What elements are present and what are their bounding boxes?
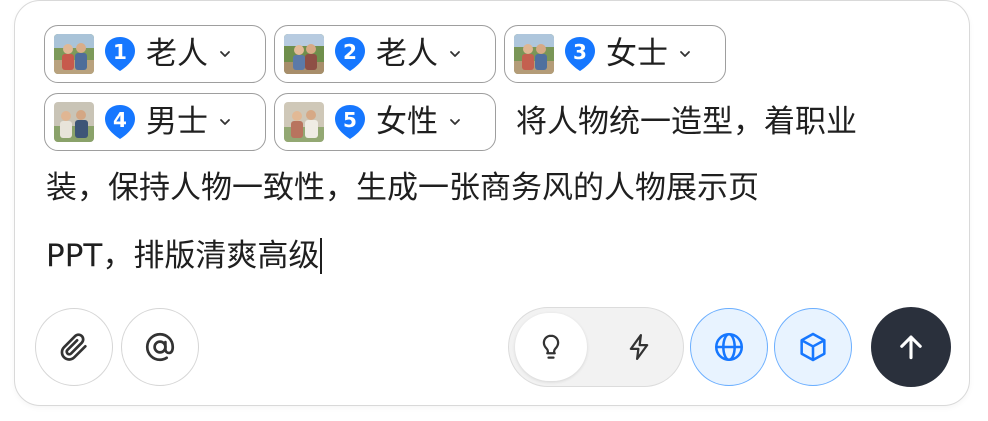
person-photo-thumbnail bbox=[514, 34, 554, 74]
mention-label: 女士 bbox=[606, 36, 668, 72]
mention-chip-4[interactable]: 4 男士 bbox=[44, 93, 266, 151]
person-photo-thumbnail bbox=[284, 34, 324, 74]
chevron-down-icon bbox=[450, 119, 460, 125]
mode-toggle-group bbox=[508, 307, 684, 387]
chevron-down-icon bbox=[220, 51, 230, 57]
prompt-text-line[interactable]: PPT，排版清爽高级 bbox=[46, 238, 322, 274]
person-photo-thumbnail bbox=[284, 102, 324, 142]
mention-label: 女性 bbox=[376, 104, 438, 140]
chevron-down-icon bbox=[450, 51, 460, 57]
mention-chip-3[interactable]: 3 女士 bbox=[504, 25, 726, 83]
model-toggle[interactable] bbox=[774, 308, 852, 386]
cube-icon bbox=[800, 332, 826, 362]
chevron-down-icon bbox=[220, 119, 230, 125]
mention-label: 老人 bbox=[146, 36, 208, 72]
mention-chip-2[interactable]: 2 老人 bbox=[274, 25, 496, 83]
think-mode-toggle[interactable] bbox=[515, 313, 587, 381]
paperclip-icon bbox=[60, 333, 87, 361]
mention-number-badge: 1 bbox=[104, 36, 136, 72]
web-search-toggle[interactable] bbox=[690, 308, 768, 386]
text-cursor bbox=[320, 238, 322, 274]
mention-number-badge: 5 bbox=[334, 104, 366, 140]
mention-number-badge: 3 bbox=[564, 36, 596, 72]
attach-button[interactable] bbox=[35, 308, 113, 386]
person-photo-thumbnail bbox=[54, 102, 94, 142]
mention-chip-5[interactable]: 5 女性 bbox=[274, 93, 496, 151]
mention-label: 男士 bbox=[146, 104, 208, 140]
fast-mode-toggle[interactable] bbox=[603, 313, 675, 381]
lightbulb-icon bbox=[542, 334, 560, 359]
arrow-up-icon bbox=[900, 335, 922, 360]
globe-icon bbox=[714, 332, 744, 362]
mention-button[interactable] bbox=[121, 308, 199, 386]
person-photo-thumbnail bbox=[54, 34, 94, 74]
prompt-text-line[interactable]: 装，保持人物一致性，生成一张商务风的人物展示页 bbox=[46, 170, 759, 206]
mention-number-badge: 2 bbox=[334, 36, 366, 72]
prompt-text-line[interactable]: 将人物统一造型，着职业 bbox=[516, 104, 857, 140]
mention-chip-1[interactable]: 1 老人 bbox=[44, 25, 266, 83]
prompt-text-line-3: PPT，排版清爽高级 bbox=[46, 238, 320, 274]
mention-label: 老人 bbox=[376, 36, 438, 72]
at-sign-icon bbox=[145, 332, 175, 362]
mention-number-badge: 4 bbox=[104, 104, 136, 140]
chevron-down-icon bbox=[680, 51, 690, 57]
send-button[interactable] bbox=[871, 307, 951, 387]
lightning-icon bbox=[629, 334, 649, 360]
